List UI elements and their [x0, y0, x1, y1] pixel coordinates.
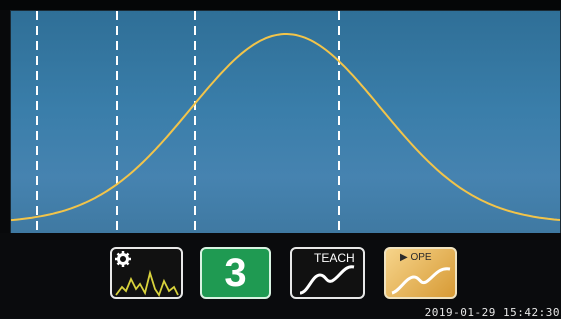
operate-curve-icon	[391, 267, 451, 295]
teach-button[interactable]: TEACH	[290, 247, 365, 299]
waveform-plot	[10, 10, 561, 234]
program-number-button[interactable]: 3	[200, 247, 271, 299]
status-timestamp: 2019-01-29 15:42:30	[424, 306, 560, 319]
teach-curve-icon	[299, 265, 355, 295]
gear-waveform-icon	[115, 251, 179, 297]
screen-bezel	[0, 0, 561, 10]
operate-button[interactable]: ▶ OPE	[384, 247, 457, 299]
bottom-toolbar: 3 TEACH ▶ OPE 2019-01-29 15:42:30	[0, 233, 561, 319]
waveform-curve	[11, 33, 560, 222]
program-number: 3	[224, 250, 247, 295]
hmi-screen: 3 TEACH ▶ OPE 2019-01-29 15:42:30	[0, 0, 561, 319]
waveform-canvas	[11, 11, 560, 233]
settings-chart-button[interactable]	[110, 247, 183, 299]
